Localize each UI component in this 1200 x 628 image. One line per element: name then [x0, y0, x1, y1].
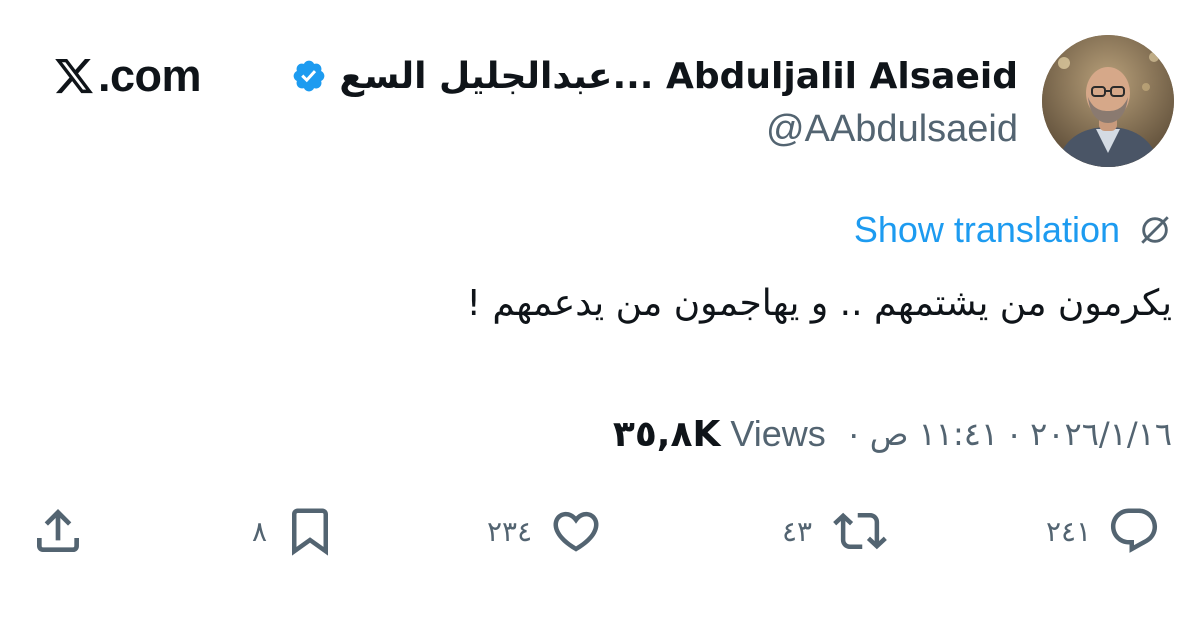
retweet-button[interactable]: ٤٣ [782, 503, 892, 559]
heart-icon [553, 511, 599, 552]
tweet-time[interactable]: ١١:٤١ ص [870, 415, 998, 453]
retweet-icon [833, 512, 887, 550]
share-button[interactable] [30, 503, 86, 559]
tweet-text: يكرمون من يشتمهم .. و يهاجمون من يدعمهم … [466, 283, 1172, 324]
globe-icon [1141, 216, 1169, 244]
views-count[interactable]: ٣٥,٨K [613, 414, 721, 455]
bookmark-button[interactable]: ٨ [252, 503, 337, 559]
views-label: Views [730, 413, 826, 454]
reply-count: ٢٤١ [1046, 514, 1092, 548]
bookmark-count: ٨ [252, 514, 268, 548]
reply-button[interactable]: ٢٤١ [1046, 503, 1161, 559]
site-domain: .com [98, 50, 202, 101]
avatar[interactable] [1042, 35, 1174, 167]
tweet-meta: ٣٥,٨K Views · ١١:٤١ ص · ٢٠٢٦/١/١٦ [613, 408, 1172, 460]
like-count: ٢٣٤ [487, 514, 533, 548]
meta-separator: · [847, 413, 860, 454]
avatar-photo [1042, 35, 1174, 167]
meta-separator: · [1008, 413, 1021, 454]
author-name-row[interactable]: عبدالجليل السع... Abduljalil Alsaeid [291, 48, 1018, 104]
reply-icon [1111, 508, 1158, 553]
author-display-name: عبدالجليل السع... Abduljalil Alsaeid [339, 55, 1018, 97]
like-button[interactable]: ٢٣٤ [487, 503, 604, 559]
verified-badge-icon [294, 60, 325, 92]
translation-row[interactable]: Show translation [854, 206, 1172, 254]
show-translation-link[interactable]: Show translation [854, 209, 1120, 251]
tweet-date[interactable]: ٢٠٢٦/١/١٦ [1030, 415, 1172, 453]
author-handle[interactable]: @AAbdulsaeid [766, 108, 1018, 151]
retweet-count: ٤٣ [782, 514, 813, 548]
bookmark-icon [292, 508, 329, 556]
x-logo-icon [55, 58, 93, 94]
share-icon [37, 509, 79, 552]
site-logo[interactable]: .com [52, 46, 202, 106]
